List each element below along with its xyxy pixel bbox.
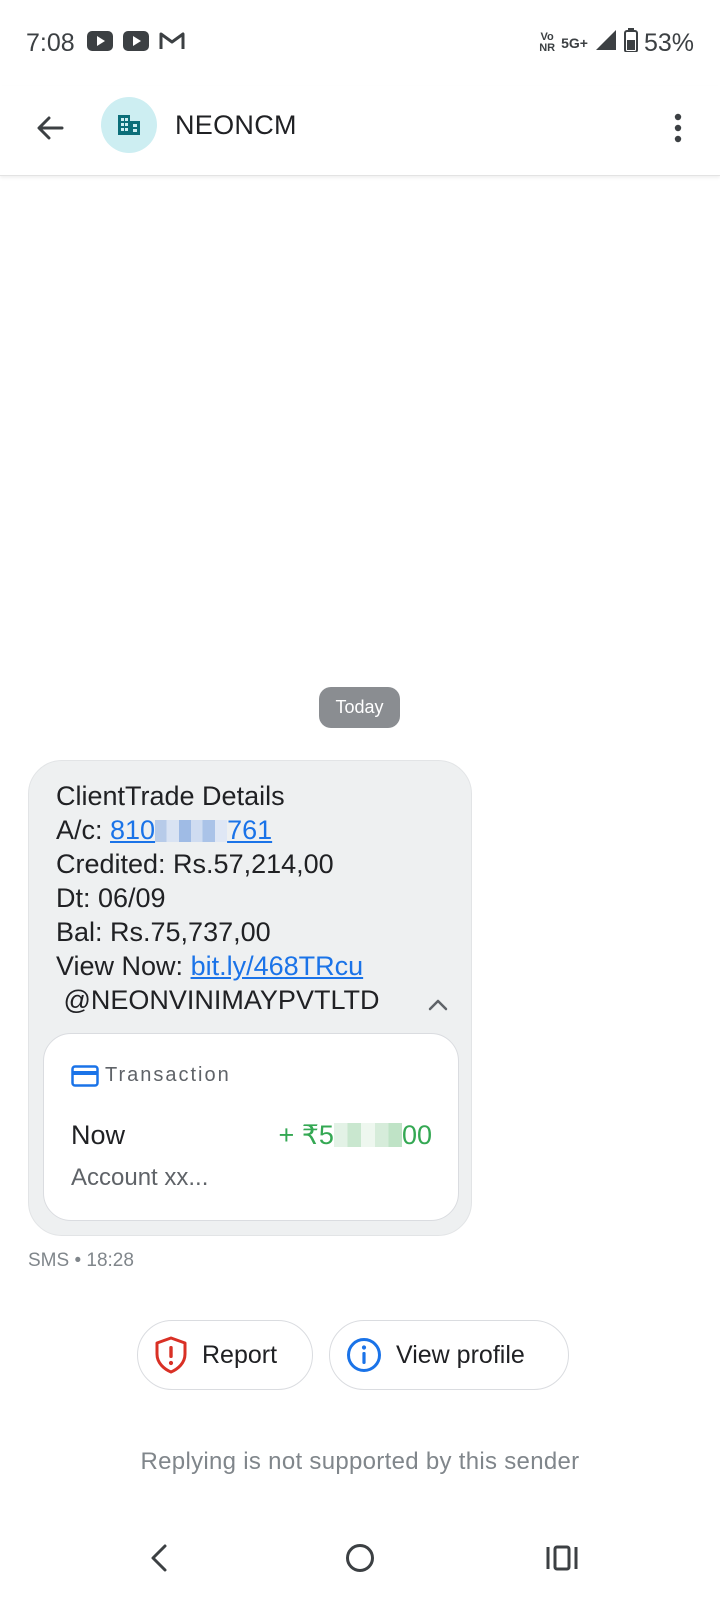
credit-card-icon — [71, 1064, 99, 1087]
app-bar: NEONCM — [0, 86, 720, 176]
conversation-title[interactable]: NEONCM — [175, 110, 297, 141]
status-time: 7:08 — [26, 28, 75, 57]
system-nav-bar — [0, 1516, 720, 1600]
back-button[interactable] — [28, 106, 72, 150]
message-meta: SMS • 18:28 — [28, 1250, 134, 1271]
transaction-card[interactable]: Transaction Now + ₹5 00 Account xx... — [43, 1033, 459, 1221]
message-line-date: Dt: 06/09 — [56, 883, 166, 913]
short-url-link[interactable]: bit.ly/468TRcu — [191, 951, 364, 981]
arrow-back-icon — [37, 116, 64, 140]
nav-recents-icon — [546, 1545, 578, 1571]
message-line-credited: Credited: Rs.57,214,00 — [56, 849, 334, 879]
transaction-account: Account xx... — [71, 1164, 209, 1191]
transaction-header: Transaction — [71, 1064, 231, 1087]
report-label: Report — [202, 1340, 278, 1369]
status-bar: 7:08 Vo NR 5G+ 53% — [0, 0, 720, 86]
nav-home-icon — [346, 1544, 374, 1572]
more-options-button[interactable] — [660, 104, 696, 152]
message-bubble[interactable]: ClientTrade Details A/c: 810 761 Credited… — [28, 760, 472, 1236]
battery-level: 53% — [643, 28, 694, 57]
message-line-title: ClientTrade Details — [56, 781, 285, 811]
nav-back-icon — [151, 1544, 167, 1572]
message-line-account: A/c: 810 761 — [56, 815, 273, 845]
view-profile-button[interactable]: View profile — [329, 1320, 569, 1390]
message-line-signature: @NEONVINIMAYPVTLTD — [56, 985, 380, 1015]
youtube-icon — [86, 29, 113, 58]
transaction-label: Transaction — [105, 1064, 231, 1086]
business-icon — [118, 115, 140, 135]
more-vert-icon — [674, 113, 682, 143]
battery-icon — [623, 27, 638, 59]
network-type: 5G+ — [561, 35, 588, 51]
gmail-icon — [159, 29, 185, 58]
info-icon — [347, 1338, 381, 1372]
view-profile-label: View profile — [396, 1340, 525, 1369]
avatar[interactable] — [101, 97, 157, 153]
status-left: 7:08 — [26, 29, 185, 58]
transaction-amount: + ₹5 00 — [278, 1120, 432, 1150]
report-button[interactable]: Report — [137, 1320, 313, 1390]
signal-icon — [594, 28, 618, 59]
redaction-blur — [333, 1123, 402, 1147]
youtube-icon — [122, 29, 149, 58]
nav-recents-button[interactable] — [540, 1536, 584, 1580]
nav-home-button[interactable] — [338, 1536, 382, 1580]
date-divider: Today — [319, 687, 400, 728]
collapse-button[interactable] — [424, 991, 452, 1019]
reply-disabled-notice: Replying is not supported by this sender — [140, 1448, 580, 1475]
account-number-link[interactable]: 810 761 — [110, 815, 272, 845]
message-text: ClientTrade Details A/c: 810 761 Credited… — [56, 779, 466, 1017]
redaction-blur — [155, 820, 228, 842]
nav-back-button[interactable] — [137, 1536, 181, 1580]
vonr-indicator: Vo NR — [539, 31, 556, 54]
chevron-up-icon — [428, 999, 448, 1011]
message-line-view: View Now: bit.ly/468TRcu — [56, 951, 364, 981]
transaction-time: Now — [71, 1120, 126, 1150]
status-right: Vo NR 5G+ 53% — [539, 27, 694, 59]
message-line-balance: Bal: Rs.75,737,00 — [56, 917, 271, 947]
report-shield-icon — [155, 1336, 187, 1374]
